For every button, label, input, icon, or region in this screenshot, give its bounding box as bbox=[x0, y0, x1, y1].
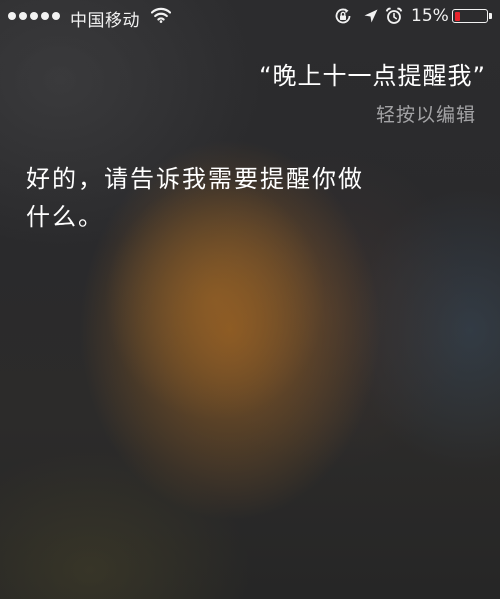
status-bar: 中国移动 15% bbox=[0, 0, 500, 32]
wifi-icon bbox=[150, 7, 172, 28]
rotation-lock-icon bbox=[334, 7, 352, 30]
battery-percent: 15% bbox=[411, 6, 449, 26]
tap-to-edit-hint[interactable]: 轻按以编辑 bbox=[376, 100, 476, 127]
battery-icon bbox=[452, 9, 488, 23]
siri-response-line: 什么。 bbox=[26, 203, 104, 231]
siri-response-line: 好的，请告诉我需要提醒你做 bbox=[26, 165, 364, 193]
alarm-clock-icon bbox=[385, 7, 403, 30]
battery-tip bbox=[489, 13, 492, 19]
signal-dots-icon bbox=[8, 12, 60, 20]
location-arrow-icon bbox=[363, 8, 379, 29]
carrier-name: 中国移动 bbox=[70, 11, 140, 31]
battery-level-fill bbox=[454, 11, 460, 21]
siri-response: 好的，请告诉我需要提醒你做 什么。 bbox=[26, 160, 466, 236]
user-query-text[interactable]: “晚上十一点提醒我” bbox=[259, 56, 486, 91]
